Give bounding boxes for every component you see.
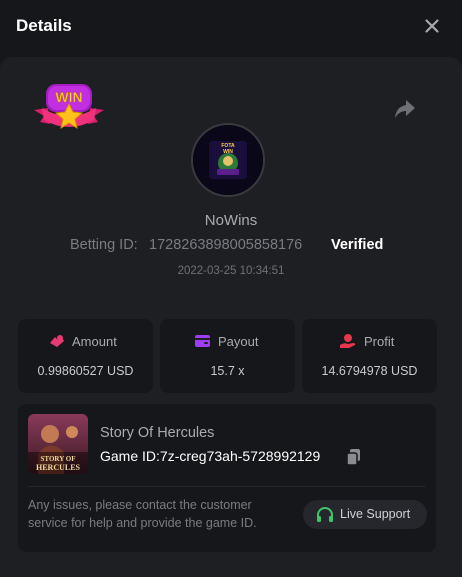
page-title: Details xyxy=(16,16,72,35)
help-text: Any issues, please contact the customer … xyxy=(28,498,257,530)
live-support-button[interactable]: Live Support xyxy=(303,500,427,529)
stat-payout-label: Payout xyxy=(218,334,259,349)
game-id-value: 7z-creg73ah-5728992129 xyxy=(159,448,321,464)
win-badge-icon: WIN xyxy=(34,84,104,130)
divider xyxy=(28,486,426,487)
stat-profit-value: 14.6794978 USD xyxy=(321,364,418,378)
stat-amount-value: 0.99860527 USD xyxy=(37,364,134,378)
verified-badge: Verified xyxy=(331,237,384,253)
stat-amount: Amount 0.99860527 USD xyxy=(18,319,153,393)
stat-profit-label: Profit xyxy=(364,334,395,349)
thumb-text-1: STORY OF xyxy=(41,455,76,463)
avatar-text-2: WIN xyxy=(223,149,233,155)
game-name[interactable]: Story Of Hercules xyxy=(100,425,214,441)
hand-coin-icon xyxy=(340,334,356,348)
share-button[interactable] xyxy=(393,98,417,120)
betting-id-label: Betting ID: xyxy=(70,237,138,253)
game-thumbnail-image: STORY OF HERCULES xyxy=(28,414,88,474)
game-id-row: Game ID:7z-creg73ah-5728992129 xyxy=(100,448,360,468)
stat-payout: Payout 15.7 x xyxy=(160,319,295,393)
avatar: FOTA WIN xyxy=(191,123,265,197)
stat-amount-label: Amount xyxy=(72,334,117,349)
wallet-icon xyxy=(195,335,210,347)
close-icon xyxy=(425,19,439,33)
close-button[interactable] xyxy=(422,16,442,36)
timestamp: 2022-03-25 10:34:51 xyxy=(177,265,285,277)
game-id-label: Game ID: xyxy=(100,448,160,464)
copy-icon xyxy=(346,449,360,466)
win-badge: WIN xyxy=(32,80,106,136)
betting-row: Betting ID: 1728263898005858176 Verified xyxy=(0,237,462,257)
win-badge-text: WIN xyxy=(55,89,82,105)
thumb-text-2: HERCULES xyxy=(36,463,81,472)
headset-icon xyxy=(317,507,333,522)
betting-id-value: 1728263898005858176 xyxy=(149,237,303,253)
game-card: STORY OF HERCULES Story Of Hercules Game… xyxy=(18,404,436,552)
avatar-image: FOTA WIN xyxy=(193,125,263,195)
stat-payout-value: 15.7 x xyxy=(210,364,245,378)
copy-button[interactable] xyxy=(346,448,362,466)
game-thumbnail[interactable]: STORY OF HERCULES xyxy=(28,414,88,474)
details-header: Details xyxy=(0,0,462,56)
share-icon xyxy=(395,100,415,118)
live-support-label: Live Support xyxy=(340,507,411,521)
coins-icon xyxy=(50,335,64,347)
username: NoWins xyxy=(204,212,258,229)
stat-profit: Profit 14.6794978 USD xyxy=(302,319,437,393)
